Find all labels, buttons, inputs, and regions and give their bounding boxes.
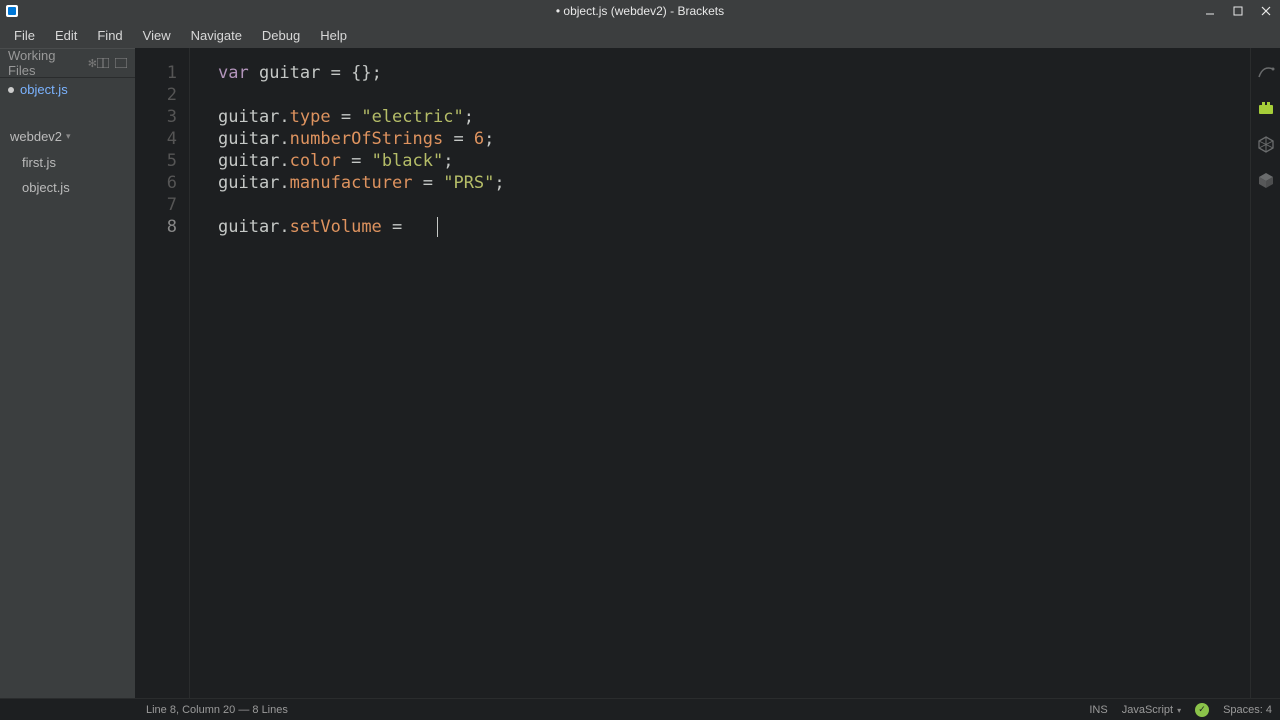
text-cursor — [437, 217, 438, 237]
project-file[interactable]: object.js — [0, 175, 135, 200]
project-dropdown[interactable]: webdev2 ▾ — [0, 123, 135, 150]
titlebar: • object.js (webdev2) - Brackets — [0, 0, 1280, 22]
menu-view[interactable]: View — [133, 24, 181, 47]
live-preview-icon[interactable] — [1256, 62, 1276, 82]
linting-status-icon[interactable]: ✓ — [1195, 703, 1209, 717]
project-file[interactable]: first.js — [0, 150, 135, 175]
menu-debug[interactable]: Debug — [252, 24, 310, 47]
chevron-down-icon: ▾ — [1177, 706, 1181, 715]
split-panel-icon[interactable] — [97, 58, 109, 68]
chevron-down-icon: ▾ — [66, 131, 71, 142]
gutter: 12345678 — [135, 48, 190, 698]
cube-outline-icon[interactable] — [1256, 134, 1276, 154]
line-number[interactable]: 5 — [135, 150, 189, 172]
project-files-list: first.jsobject.js — [0, 150, 135, 200]
line-number[interactable]: 7 — [135, 194, 189, 216]
line-number[interactable]: 3 — [135, 106, 189, 128]
code-line[interactable] — [218, 194, 1250, 216]
extension-manager-icon[interactable] — [1256, 98, 1276, 118]
file-name: object.js — [20, 82, 68, 97]
cursor-position[interactable]: Line 8, Column 20 — 8 Lines — [146, 704, 288, 716]
working-file[interactable]: object.js — [0, 78, 135, 101]
indent-setting[interactable]: Spaces: 4 — [1223, 704, 1272, 716]
gear-icon[interactable]: ✻ — [88, 57, 97, 70]
menu-edit[interactable]: Edit — [45, 24, 87, 47]
code-line[interactable]: guitar.type = "electric"; — [218, 106, 1250, 128]
line-number[interactable]: 6 — [135, 172, 189, 194]
line-number[interactable]: 4 — [135, 128, 189, 150]
menubar: FileEditFindViewNavigateDebugHelp — [0, 22, 1280, 48]
code-line[interactable]: guitar.color = "black"; — [218, 150, 1250, 172]
code-line[interactable]: guitar.manufacturer = "PRS"; — [218, 172, 1250, 194]
working-files-list: object.js — [0, 78, 135, 101]
menu-help[interactable]: Help — [310, 24, 357, 47]
menu-find[interactable]: Find — [87, 24, 132, 47]
line-number[interactable]: 1 — [135, 62, 189, 84]
working-files-label: Working Files — [8, 48, 86, 78]
menu-file[interactable]: File — [4, 24, 45, 47]
insert-mode[interactable]: INS — [1089, 704, 1107, 716]
cube-icon[interactable] — [1256, 170, 1276, 190]
working-files-header[interactable]: Working Files ✻ — [0, 48, 135, 78]
code-line[interactable]: guitar.setVolume = — [218, 216, 1250, 238]
code-line[interactable] — [218, 84, 1250, 106]
code-line[interactable]: guitar.numberOfStrings = 6; — [218, 128, 1250, 150]
sidebar: Working Files ✻ object.js webdev2 ▾ firs… — [0, 48, 135, 698]
statusbar: Line 8, Column 20 — 8 Lines INS JavaScri… — [0, 698, 1280, 720]
project-name: webdev2 — [10, 129, 62, 144]
modified-dot-icon — [8, 87, 14, 93]
code-area[interactable]: var guitar = {}; guitar.type = "electric"… — [190, 48, 1250, 698]
language-mode[interactable]: JavaScript ▾ — [1122, 704, 1181, 716]
editor[interactable]: 12345678 var guitar = {}; guitar.type = "… — [135, 48, 1250, 698]
line-number[interactable]: 8 — [135, 216, 189, 238]
right-toolbar — [1250, 48, 1280, 698]
panel-icon[interactable] — [115, 58, 127, 68]
line-number[interactable]: 2 — [135, 84, 189, 106]
language-label: JavaScript — [1122, 704, 1173, 716]
code-line[interactable]: var guitar = {}; — [218, 62, 1250, 84]
window-title: • object.js (webdev2) - Brackets — [0, 4, 1280, 18]
menu-navigate[interactable]: Navigate — [181, 24, 252, 47]
main: Working Files ✻ object.js webdev2 ▾ firs… — [0, 48, 1280, 698]
